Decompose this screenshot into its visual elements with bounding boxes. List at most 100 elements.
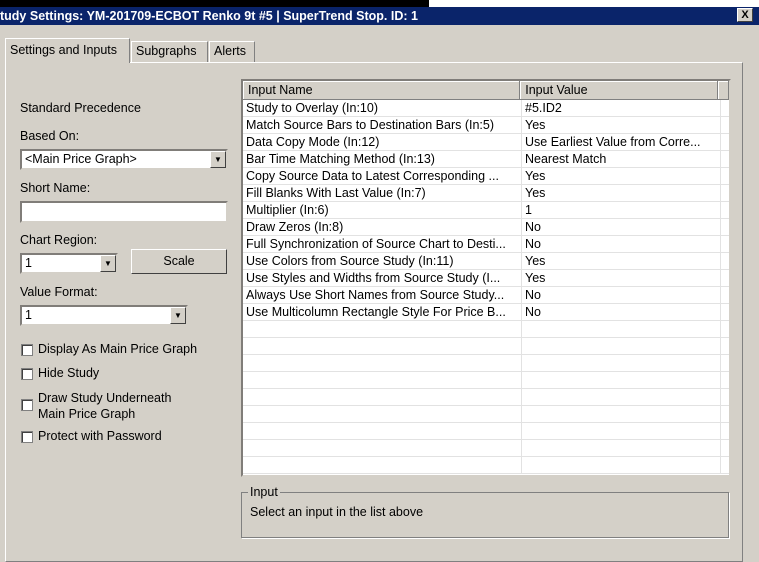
input-value-cell[interactable] <box>522 372 721 388</box>
input-name-cell[interactable]: Study to Overlay (In:10) <box>243 100 522 116</box>
input-name-cell[interactable]: Match Source Bars to Destination Bars (I… <box>243 117 522 133</box>
precedence-label: Standard Precedence <box>20 101 141 115</box>
short-name-input[interactable] <box>20 201 228 223</box>
chart-region-select[interactable]: 1 ▼ <box>20 253 118 274</box>
table-row[interactable]: Copy Source Data to Latest Corresponding… <box>243 168 729 185</box>
table-row[interactable] <box>243 423 729 440</box>
input-value-cell[interactable] <box>522 406 721 422</box>
table-row[interactable]: Draw Zeros (In:8) No <box>243 219 729 236</box>
input-value-cell[interactable]: Yes <box>522 253 721 269</box>
table-row[interactable]: Study to Overlay (In:10) #5.ID2 <box>243 100 729 117</box>
input-value-cell[interactable]: No <box>522 219 721 235</box>
value-format-select[interactable]: 1 ▼ <box>20 305 188 326</box>
input-name-cell[interactable]: Multiplier (In:6) <box>243 202 522 218</box>
table-row[interactable]: Use Colors from Source Study (In:11) Yes <box>243 253 729 270</box>
column-header-input-value[interactable]: Input Value <box>520 81 718 100</box>
input-name-cell[interactable] <box>243 355 522 371</box>
chart-region-label: Chart Region: <box>20 233 98 247</box>
input-description: Select an input in the list above <box>250 505 424 519</box>
based-on-select[interactable]: <Main Price Graph> ▼ <box>20 149 228 170</box>
group-title: Input <box>248 485 280 499</box>
input-name-cell[interactable]: Data Copy Mode (In:12) <box>243 134 522 150</box>
input-name-cell[interactable]: Use Styles and Widths from Source Study … <box>243 270 522 286</box>
hide-study-checkbox[interactable]: Hide Study <box>21 366 99 380</box>
draw-underneath-checkbox[interactable]: Draw Study Underneath Main Price Graph <box>21 390 171 422</box>
input-value-cell[interactable] <box>522 457 721 473</box>
table-row[interactable]: Full Synchronization of Source Chart to … <box>243 236 729 253</box>
input-value-cell[interactable]: #5.ID2 <box>522 100 721 116</box>
input-value-cell[interactable]: Use Earliest Value from Corre... <box>522 134 721 150</box>
input-name-cell[interactable] <box>243 457 522 473</box>
table-row[interactable]: Fill Blanks With Last Value (In:7) Yes <box>243 185 729 202</box>
table-row[interactable] <box>243 338 729 355</box>
table-row[interactable] <box>243 355 729 372</box>
input-name-cell[interactable]: Use Multicolumn Rectangle Style For Pric… <box>243 304 522 320</box>
tab-subgraphs[interactable]: Subgraphs <box>131 41 208 62</box>
input-value-cell[interactable]: Yes <box>522 168 721 184</box>
input-value-cell[interactable] <box>522 321 721 337</box>
input-description-group: Input Select an input in the list above <box>241 485 729 538</box>
checkbox-label: Hide Study <box>38 366 100 380</box>
input-name-cell[interactable]: Bar Time Matching Method (In:13) <box>243 151 522 167</box>
input-value-cell[interactable] <box>522 389 721 405</box>
inputs-grid[interactable]: Input Name Input Value Study to Overlay (… <box>241 79 731 477</box>
value-format-label: Value Format: <box>20 285 98 299</box>
chevron-down-icon[interactable]: ▼ <box>210 151 226 168</box>
table-row[interactable] <box>243 321 729 338</box>
input-value-cell[interactable]: 1 <box>522 202 721 218</box>
tab-settings-and-inputs[interactable]: Settings and Inputs <box>5 38 130 63</box>
column-header-input-name[interactable]: Input Name <box>243 81 521 100</box>
table-row[interactable] <box>243 440 729 457</box>
input-name-cell[interactable]: Always Use Short Names from Source Study… <box>243 287 522 303</box>
input-name-cell[interactable]: Use Colors from Source Study (In:11) <box>243 253 522 269</box>
checkbox-label: Main Price Graph <box>38 407 136 421</box>
window-title: tudy Settings: YM-201709-ECBOT Renko 9t … <box>0 9 418 23</box>
short-name-label: Short Name: <box>20 181 91 195</box>
input-value-cell[interactable] <box>522 338 721 354</box>
input-name-cell[interactable] <box>243 423 522 439</box>
chart-region-value: 1 <box>25 256 32 270</box>
input-value-cell[interactable]: Yes <box>522 270 721 286</box>
table-row[interactable] <box>243 457 729 474</box>
display-as-main-checkbox[interactable]: Display As Main Price Graph <box>21 342 197 356</box>
table-row[interactable] <box>243 389 729 406</box>
input-value-cell[interactable]: No <box>522 304 721 320</box>
close-button[interactable]: X <box>737 8 753 22</box>
input-name-cell[interactable] <box>243 338 522 354</box>
input-value-cell[interactable]: Yes <box>522 185 721 201</box>
input-name-cell[interactable] <box>243 321 522 337</box>
input-name-cell[interactable] <box>243 389 522 405</box>
input-value-cell[interactable]: No <box>522 287 721 303</box>
title-bar: tudy Settings: YM-201709-ECBOT Renko 9t … <box>0 7 759 25</box>
input-name-cell[interactable]: Full Synchronization of Source Chart to … <box>243 236 522 252</box>
table-row[interactable]: Multiplier (In:6) 1 <box>243 202 729 219</box>
input-name-cell[interactable]: Copy Source Data to Latest Corresponding… <box>243 168 522 184</box>
table-row[interactable]: Use Styles and Widths from Source Study … <box>243 270 729 287</box>
input-name-cell[interactable] <box>243 372 522 388</box>
value-format-value: 1 <box>25 308 32 322</box>
input-name-cell[interactable] <box>243 406 522 422</box>
input-name-cell[interactable]: Fill Blanks With Last Value (In:7) <box>243 185 522 201</box>
input-value-cell[interactable]: Nearest Match <box>522 151 721 167</box>
table-row[interactable]: Match Source Bars to Destination Bars (I… <box>243 117 729 134</box>
input-name-cell[interactable] <box>243 440 522 456</box>
input-name-cell[interactable]: Draw Zeros (In:8) <box>243 219 522 235</box>
chevron-down-icon[interactable]: ▼ <box>100 255 116 272</box>
input-value-cell[interactable] <box>522 440 721 456</box>
input-value-cell[interactable]: Yes <box>522 117 721 133</box>
tab-alerts[interactable]: Alerts <box>209 41 255 62</box>
based-on-value: <Main Price Graph> <box>25 152 137 166</box>
chevron-down-icon[interactable]: ▼ <box>170 307 186 324</box>
table-row[interactable]: Data Copy Mode (In:12) Use Earliest Value… <box>243 134 729 151</box>
table-row[interactable]: Use Multicolumn Rectangle Style For Pric… <box>243 304 729 321</box>
input-value-cell[interactable] <box>522 355 721 371</box>
input-value-cell[interactable]: No <box>522 236 721 252</box>
table-row[interactable]: Bar Time Matching Method (In:13) Nearest … <box>243 151 729 168</box>
table-row[interactable] <box>243 406 729 423</box>
table-row[interactable]: Always Use Short Names from Source Study… <box>243 287 729 304</box>
protect-password-checkbox[interactable]: Protect with Password <box>21 429 162 443</box>
input-value-cell[interactable] <box>522 423 721 439</box>
checkbox-label: Protect with Password <box>38 429 162 443</box>
table-row[interactable] <box>243 372 729 389</box>
scale-button[interactable]: Scale <box>131 249 227 274</box>
